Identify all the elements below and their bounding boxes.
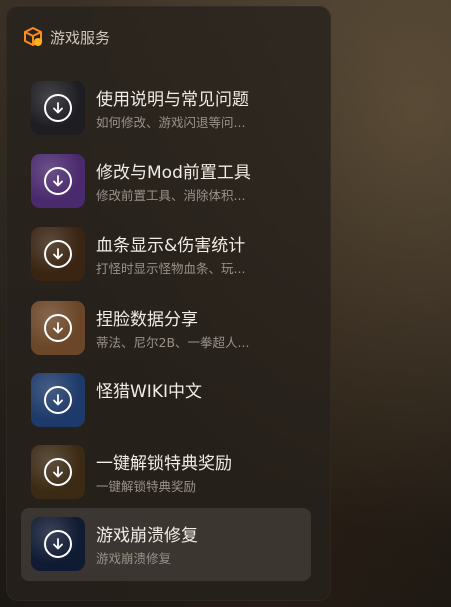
service-item-description: 打怪时显示怪物血条、玩... (96, 261, 246, 276)
service-item-wiki[interactable]: 怪猎WIKI中文 (21, 364, 311, 437)
service-thumbnail (31, 81, 85, 135)
service-item-description: 一键解锁特典奖励 (96, 479, 197, 494)
service-item-face-data[interactable]: 捏脸数据分享蒂法、尼尔2B、一拳超人... (21, 292, 311, 365)
service-item-title: 血条显示&伤害统计 (96, 236, 246, 256)
panel-title: 游戏服务 (50, 28, 111, 47)
service-item-title: 修改与Mod前置工具 (96, 163, 251, 183)
service-item-usage-faq[interactable]: 使用说明与常见问题如何修改、游戏闪退等问... (21, 72, 311, 145)
service-thumbnail (31, 227, 85, 281)
service-item-description: 修改前置工具、消除体积... (96, 188, 246, 203)
service-item-title: 一键解锁特典奖励 (96, 454, 232, 474)
download-icon (44, 458, 72, 486)
service-item-description: 如何修改、游戏闪退等问... (96, 115, 246, 130)
service-thumbnail (31, 517, 85, 571)
service-item-title: 捏脸数据分享 (96, 310, 198, 330)
game-services-panel: 游戏服务 使用说明与常见问题 如何修改、游戏闪退等问... 修改与Mod前置工具 修改… (6, 6, 331, 601)
service-item-title: 使用说明与常见问题 (96, 90, 249, 110)
download-icon (44, 314, 72, 342)
service-item-crash-fix[interactable]: 游戏崩溃修复 游戏崩溃修复 (21, 508, 311, 581)
service-item-description: 游戏崩溃修复 (96, 551, 172, 566)
download-icon (44, 240, 72, 268)
service-thumbnail (31, 154, 85, 208)
download-icon (44, 94, 72, 122)
panel-header: 游戏服务 (22, 26, 110, 48)
service-item-title: 游戏崩溃修复 (96, 526, 198, 546)
package-icon (22, 26, 44, 48)
download-icon (44, 167, 72, 195)
service-item-hp-bar-damage[interactable]: 血条显示&伤害统计打怪时显示怪物血条、玩... (21, 218, 311, 291)
service-item-description: 蒂法、尼尔2B、一拳超人... (96, 335, 250, 350)
service-thumbnail (31, 301, 85, 355)
download-icon (44, 530, 72, 558)
download-icon (44, 386, 72, 414)
service-item-unlock-rewards[interactable]: 一键解锁特典奖励 一键解锁特典奖励 (21, 436, 311, 509)
service-item-mod-tools[interactable]: 修改与Mod前置工具修改前置工具、消除体积... (21, 145, 311, 218)
service-thumbnail (31, 373, 85, 427)
service-thumbnail (31, 445, 85, 499)
service-item-title: 怪猎WIKI中文 (96, 382, 202, 402)
